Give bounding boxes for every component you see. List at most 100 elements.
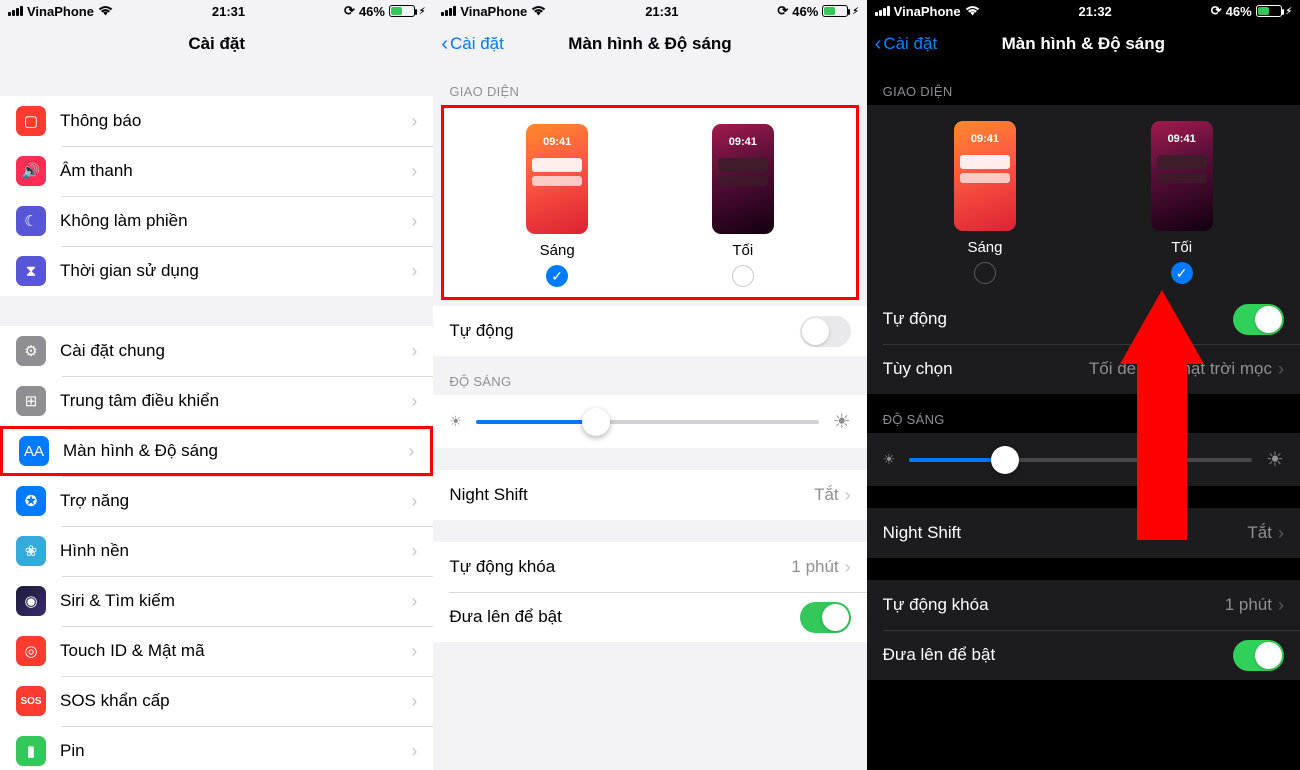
autolock-row[interactable]: Tự động khóa 1 phút › xyxy=(867,580,1300,630)
chevron-right-icon: › xyxy=(411,691,417,712)
appearance-picker: 09:41 Sáng ✓ 09:41 Tối xyxy=(444,108,855,297)
chevron-right-icon: › xyxy=(411,591,417,612)
chevron-right-icon: › xyxy=(411,741,417,762)
gear-icon: ⚙︎ xyxy=(16,336,46,366)
raise-to-wake-row: Đưa lên để bật xyxy=(433,592,866,642)
status-bar: VinaPhone 21:31 ⟳ 46% ⚡︎ xyxy=(433,0,866,22)
raise-to-wake-row: Đưa lên để bật xyxy=(867,630,1300,680)
status-bar: VinaPhone 21:31 ⟳ 46% ⚡︎ xyxy=(0,0,433,22)
back-button[interactable]: ‹ Cài đặt xyxy=(875,34,938,54)
screen-display-light: VinaPhone 21:31 ⟳ 46% ⚡︎ ‹ Cài đặt Màn h… xyxy=(433,0,866,770)
brightness-slider-row: ☀︎ ☀︎ xyxy=(867,433,1300,486)
accessibility-icon: ✪ xyxy=(16,486,46,516)
settings-item-dnd[interactable]: ☾ Không làm phiền › xyxy=(0,196,433,246)
screen-settings: VinaPhone 21:31 ⟳ 46% ⚡︎ Cài đặt ▢ Thông… xyxy=(0,0,433,770)
battery-setting-icon: ▮ xyxy=(16,736,46,766)
radio-unselected[interactable] xyxy=(732,265,754,287)
charging-icon: ⚡︎ xyxy=(1286,6,1292,17)
brightness-slider[interactable] xyxy=(476,420,819,424)
chevron-right-icon: › xyxy=(411,111,417,132)
screen-display-dark: VinaPhone 21:32 ⟳ 46% ⚡︎ ‹ Cài đặt Màn h… xyxy=(867,0,1300,770)
automatic-row: Tự động xyxy=(867,294,1300,344)
chevron-right-icon: › xyxy=(1278,523,1284,544)
settings-item-screentime[interactable]: ⧗ Thời gian sử dụng › xyxy=(0,246,433,296)
notification-icon: ▢ xyxy=(16,106,46,136)
appearance-dark-option[interactable]: 09:41 Tối xyxy=(683,124,803,287)
settings-item-siri[interactable]: ◉ Siri & Tìm kiếm › xyxy=(0,576,433,626)
section-appearance: GIAO DIỆN xyxy=(433,66,866,105)
light-preview: 09:41 xyxy=(954,121,1016,231)
raise-toggle[interactable] xyxy=(800,602,851,633)
wifi-icon xyxy=(98,5,113,17)
settings-item-touchid[interactable]: ◎ Touch ID & Mật mã › xyxy=(0,626,433,676)
radio-selected[interactable]: ✓ xyxy=(546,265,568,287)
appearance-light-option[interactable]: 09:41 Sáng ✓ xyxy=(497,124,617,287)
chevron-right-icon: › xyxy=(411,641,417,662)
nav-bar: Cài đặt xyxy=(0,22,433,66)
raise-toggle[interactable] xyxy=(1233,640,1284,671)
back-button[interactable]: ‹ Cài đặt xyxy=(441,34,504,54)
chevron-left-icon: ‹ xyxy=(875,34,882,54)
chevron-right-icon: › xyxy=(1278,359,1284,380)
dark-preview: 09:41 xyxy=(712,124,774,234)
radio-selected[interactable]: ✓ xyxy=(1171,262,1193,284)
chevron-right-icon: › xyxy=(845,485,851,506)
chevron-right-icon: › xyxy=(411,341,417,362)
settings-item-sounds[interactable]: 🔊 Âm thanh › xyxy=(0,146,433,196)
chevron-right-icon: › xyxy=(411,161,417,182)
status-bar: VinaPhone 21:32 ⟳ 46% ⚡︎ xyxy=(867,0,1300,22)
night-shift-row[interactable]: Night Shift Tắt › xyxy=(433,470,866,520)
brightness-slider-row: ☀︎ ☀︎ xyxy=(433,395,866,448)
settings-item-general[interactable]: ⚙︎ Cài đặt chung › xyxy=(0,326,433,376)
battery-icon xyxy=(1256,5,1282,17)
settings-item-display[interactable]: AA Màn hình & Độ sáng › xyxy=(0,426,433,476)
section-brightness: ĐỘ SÁNG xyxy=(433,356,866,395)
battery-icon xyxy=(389,5,415,17)
appearance-picker: 09:41 Sáng 09:41 Tối ✓ xyxy=(867,105,1300,294)
automatic-toggle[interactable] xyxy=(1233,304,1284,335)
chevron-left-icon: ‹ xyxy=(441,34,448,54)
night-shift-row[interactable]: Night Shift Tắt › xyxy=(867,508,1300,558)
page-title: Màn hình & Độ sáng xyxy=(568,34,731,54)
hourglass-icon: ⧗ xyxy=(16,256,46,286)
sun-large-icon: ☀︎ xyxy=(1266,447,1284,472)
autolock-row[interactable]: Tự động khóa 1 phút › xyxy=(433,542,866,592)
chevron-right-icon: › xyxy=(411,491,417,512)
page-title: Màn hình & Độ sáng xyxy=(1002,34,1165,54)
settings-item-accessibility[interactable]: ✪ Trợ năng › xyxy=(0,476,433,526)
switches-icon: ⊞ xyxy=(16,386,46,416)
automatic-toggle[interactable] xyxy=(800,316,851,347)
settings-item-wallpaper[interactable]: ❀ Hình nền › xyxy=(0,526,433,576)
sound-icon: 🔊 xyxy=(16,156,46,186)
signal-icon xyxy=(441,6,456,16)
flower-icon: ❀ xyxy=(16,536,46,566)
siri-icon: ◉ xyxy=(16,586,46,616)
battery-pct: 46% xyxy=(1226,4,1252,19)
carrier-label: VinaPhone xyxy=(27,4,94,19)
brightness-slider[interactable] xyxy=(909,458,1252,462)
sun-small-icon: ☀︎ xyxy=(449,413,462,430)
appearance-light-option[interactable]: 09:41 Sáng xyxy=(925,121,1045,284)
battery-icon xyxy=(822,5,848,17)
settings-item-battery[interactable]: ▮ Pin › xyxy=(0,726,433,770)
sun-large-icon: ☀︎ xyxy=(833,409,851,434)
battery-pct: 46% xyxy=(792,4,818,19)
appearance-dark-option[interactable]: 09:41 Tối ✓ xyxy=(1122,121,1242,284)
charging-icon: ⚡︎ xyxy=(419,6,425,17)
clock: 21:32 xyxy=(1079,4,1112,19)
settings-item-sos[interactable]: SOS SOS khẩn cấp › xyxy=(0,676,433,726)
carrier-label: VinaPhone xyxy=(460,4,527,19)
clock: 21:31 xyxy=(212,4,245,19)
settings-item-control-center[interactable]: ⊞ Trung tâm điều khiển › xyxy=(0,376,433,426)
chevron-right-icon: › xyxy=(411,391,417,412)
carrier-label: VinaPhone xyxy=(894,4,961,19)
section-brightness: ĐỘ SÁNG xyxy=(867,394,1300,433)
moon-icon: ☾ xyxy=(16,206,46,236)
radio-unselected[interactable] xyxy=(974,262,996,284)
chevron-right-icon: › xyxy=(408,441,414,462)
charging-icon: ⚡︎ xyxy=(852,6,858,17)
wifi-icon xyxy=(965,5,980,17)
settings-item-notifications[interactable]: ▢ Thông báo › xyxy=(0,96,433,146)
sos-icon: SOS xyxy=(16,686,46,716)
options-row[interactable]: Tùy chọn Tối đến khi mặt trời mọc › xyxy=(867,344,1300,394)
